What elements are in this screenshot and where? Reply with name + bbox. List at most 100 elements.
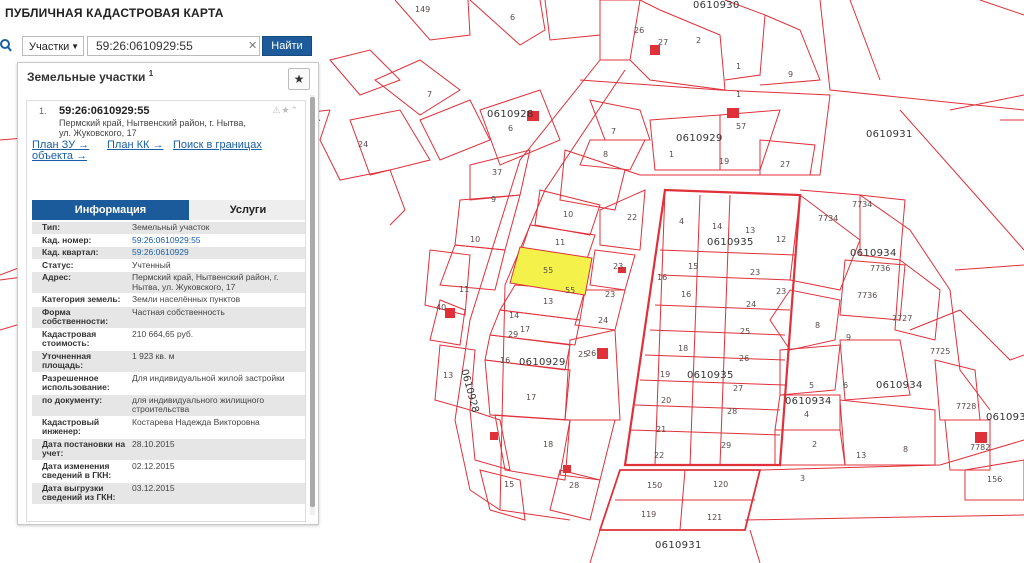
parcel-label[interactable]: 14 — [509, 311, 519, 320]
parcel-label[interactable]: 26 — [586, 349, 596, 358]
parcel-label[interactable]: 7782 — [970, 443, 990, 452]
parcel-label[interactable]: 7727 — [892, 314, 912, 323]
parcel-label[interactable]: 7736 — [870, 264, 890, 273]
parcel-label[interactable]: 57 — [736, 122, 746, 131]
category-select[interactable]: Участки ▼ — [22, 36, 84, 56]
parcel-label[interactable]: 29 — [721, 441, 731, 450]
parcel-label[interactable]: 8 — [603, 150, 608, 159]
tab-info[interactable]: Информация — [32, 200, 189, 220]
parcel-label[interactable]: 15 — [688, 262, 698, 271]
parcel-label[interactable]: 27 — [733, 384, 743, 393]
parcel-label[interactable]: 19 — [719, 157, 729, 166]
favorites-button[interactable]: ★ — [288, 68, 310, 90]
parcel-label[interactable]: 149 — [415, 5, 430, 14]
parcel-label[interactable]: 19 — [660, 370, 670, 379]
parcel-label[interactable]: 37 — [492, 168, 502, 177]
parcel-label[interactable]: 6 — [510, 13, 515, 22]
parcel-label[interactable]: 119 — [641, 510, 656, 519]
search-icon[interactable] — [0, 39, 12, 53]
parcel-label[interactable]: 6 — [508, 124, 513, 133]
parcel-label[interactable]: 1 — [736, 62, 741, 71]
plan-kk-link[interactable]: План КК → — [107, 139, 163, 151]
parcel-label[interactable]: 13 — [543, 297, 553, 306]
parcel-label[interactable]: 150 — [647, 481, 662, 490]
parcel-label[interactable]: 1 — [736, 90, 741, 99]
parcel-label[interactable]: 26 — [739, 354, 749, 363]
object-link[interactable]: объекта → — [32, 150, 87, 162]
parcel-label[interactable]: 156 — [987, 475, 1002, 484]
parcel-label[interactable]: 13 — [443, 371, 453, 380]
parcel-label[interactable]: 7 — [427, 90, 432, 99]
parcel-label[interactable]: 40 — [436, 303, 446, 312]
parcel-label[interactable]: 9 — [846, 333, 851, 342]
parcel-label[interactable]: 17 — [526, 393, 536, 402]
parcel-label[interactable]: 7734 — [852, 200, 872, 209]
parcel-label[interactable]: 24 — [598, 316, 608, 325]
parcel-label[interactable]: 9 — [788, 70, 793, 79]
warning-icon[interactable]: ⚠ — [272, 105, 281, 115]
parcel-label[interactable]: 2 — [696, 36, 701, 45]
parcel-label[interactable]: 18 — [678, 344, 688, 353]
parcel-label[interactable]: 9 — [491, 195, 496, 204]
find-button[interactable]: Найти — [262, 36, 312, 56]
parcel-label[interactable]: 1 — [669, 150, 674, 159]
parcel-label[interactable]: 26 — [634, 26, 644, 35]
parcel-cadastral-number[interactable]: 59:26:0610929:55 — [59, 105, 150, 117]
parcel-label[interactable]: 23 — [750, 268, 760, 277]
parcel-label[interactable]: 8 — [815, 321, 820, 330]
scrollbar-thumb[interactable] — [310, 97, 315, 507]
parcel-label[interactable]: 13 — [745, 226, 755, 235]
parcel-label[interactable]: 2 — [812, 440, 817, 449]
parcel-label[interactable]: 13 — [856, 451, 866, 460]
parcel-label[interactable]: 55 — [543, 266, 553, 275]
parcel-label[interactable]: 11 — [459, 285, 469, 294]
chevron-up-icon[interactable]: ⌃ — [290, 105, 299, 115]
parcel-label[interactable]: 120 — [713, 480, 728, 489]
attribute-value[interactable]: 59:26:0610929 — [130, 247, 305, 259]
parcel-label[interactable]: 5 — [809, 381, 814, 390]
parcel-label[interactable]: 20 — [661, 396, 671, 405]
parcel-label[interactable]: 24 — [746, 300, 756, 309]
parcel-label[interactable]: 4 — [804, 410, 809, 419]
parcel-label[interactable]: 22 — [627, 213, 637, 222]
parcel-label[interactable]: 7728 — [956, 402, 976, 411]
parcel-label[interactable]: 15 — [504, 480, 514, 489]
panel-scrollbar[interactable] — [310, 95, 315, 515]
search-in-bounds-link[interactable]: Поиск в границах — [173, 139, 262, 151]
parcel-label[interactable]: 23 — [613, 262, 623, 271]
parcel-label[interactable]: 4 — [679, 217, 684, 226]
attribute-value[interactable]: 59:26:0610929:55 — [130, 235, 305, 247]
parcel-label[interactable]: 16 — [500, 356, 510, 365]
parcel-label[interactable]: 6 — [843, 381, 848, 390]
parcel-label[interactable]: 7736 — [857, 291, 877, 300]
parcel-label[interactable]: 11 — [555, 238, 565, 247]
parcel-label[interactable]: 14 — [712, 222, 722, 231]
search-input[interactable] — [87, 36, 260, 56]
parcel-label[interactable]: 7734 — [818, 214, 838, 223]
parcel-label[interactable]: 7 — [611, 127, 616, 136]
parcel-label[interactable]: 29 — [508, 330, 518, 339]
parcel-label[interactable]: 10 — [563, 210, 573, 219]
parcel-label[interactable]: 12 — [776, 235, 786, 244]
parcel-label[interactable]: 3 — [800, 474, 805, 483]
parcel-label[interactable]: 27 — [658, 38, 668, 47]
parcel-label[interactable]: 10 — [470, 235, 480, 244]
parcel-label[interactable]: 55 — [565, 286, 575, 295]
parcel-label[interactable]: 17 — [520, 325, 530, 334]
parcel-label[interactable]: 8 — [903, 445, 908, 454]
parcel-label[interactable]: 21 — [656, 425, 666, 434]
parcel-label[interactable]: 18 — [543, 440, 553, 449]
parcel-label[interactable]: 23 — [605, 290, 615, 299]
parcel-label[interactable]: 7725 — [930, 347, 950, 356]
card-actions[interactable]: ⚠★⌃ — [272, 105, 299, 116]
parcel-label[interactable]: 16 — [657, 273, 667, 282]
tab-services[interactable]: Услуги — [189, 200, 305, 220]
parcel-label[interactable]: 23 — [776, 287, 786, 296]
parcel-label[interactable]: 25 — [740, 327, 750, 336]
parcel-label[interactable]: 24 — [358, 140, 368, 149]
parcel-label[interactable]: 28 — [569, 481, 579, 490]
close-icon[interactable]: ✕ — [248, 39, 257, 52]
parcel-label[interactable]: 121 — [707, 513, 722, 522]
parcel-label[interactable]: 27 — [780, 160, 790, 169]
parcel-label[interactable]: 28 — [727, 407, 737, 416]
